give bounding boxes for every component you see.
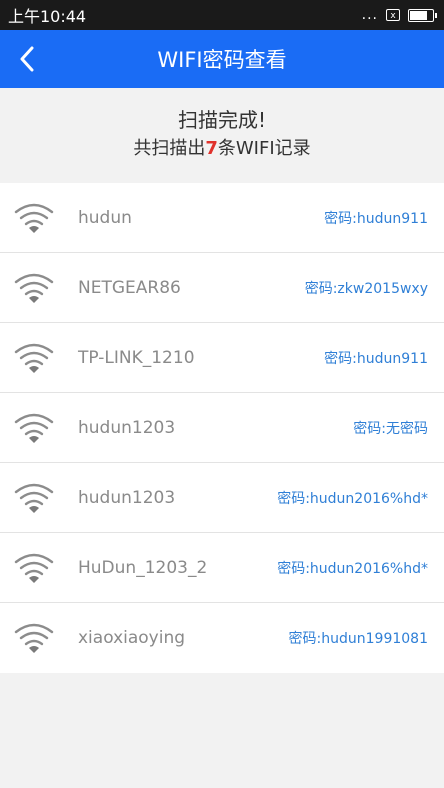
sim-x-icon: x: [386, 9, 400, 21]
wifi-list-item[interactable]: hudun1203 密码:无密码: [0, 393, 444, 463]
wifi-list-item[interactable]: hudun 密码:hudun911: [0, 183, 444, 253]
wifi-ssid: NETGEAR86: [78, 277, 181, 298]
wifi-icon: [14, 623, 54, 653]
status-time: 上午10:44: [8, 7, 87, 26]
wifi-list-item[interactable]: HuDun_1203_2 密码:hudun2016%hd*: [0, 533, 444, 603]
wifi-password: 密码:hudun911: [324, 350, 428, 367]
scan-count-suffix: 条WIFI记录: [217, 138, 311, 159]
wifi-ssid: hudun1203: [78, 417, 176, 438]
wifi-list: hudun 密码:hudun911 NETGEAR86 密码:zkw2015wx…: [0, 183, 444, 673]
chevron-left-icon: [20, 46, 34, 72]
wifi-icon: [14, 553, 54, 583]
scan-count-text: 共扫描出7条WIFI记录: [0, 134, 444, 160]
scan-summary: 扫描完成! 共扫描出7条WIFI记录: [0, 88, 444, 170]
scan-complete-heading: 扫描完成!: [177, 108, 267, 132]
wifi-icon: [14, 343, 54, 373]
wifi-icon: [14, 203, 54, 233]
battery-icon: [408, 8, 437, 22]
more-dots-icon: ...: [361, 7, 378, 23]
wifi-ssid: hudun: [78, 207, 132, 228]
wifi-list-item[interactable]: NETGEAR86 密码:zkw2015wxy: [0, 253, 444, 323]
wifi-password: 密码:hudun1991081: [288, 631, 428, 647]
wifi-password: 密码:hudun911: [324, 210, 428, 227]
wifi-ssid: TP-LINK_1210: [78, 347, 195, 368]
wifi-password: 密码:zkw2015wxy: [304, 280, 428, 297]
page-title: WIFI密码查看: [157, 48, 287, 72]
wifi-icon: [14, 483, 54, 513]
wifi-password: 密码:无密码: [353, 420, 428, 437]
wifi-ssid: xiaoxiaoying: [78, 628, 186, 648]
wifi-list-item[interactable]: hudun1203 密码:hudun2016%hd*: [0, 463, 444, 533]
wifi-icon: [14, 413, 54, 443]
wifi-password: 密码:hudun2016%hd*: [277, 560, 428, 577]
wifi-ssid: hudun1203: [78, 487, 176, 508]
wifi-ssid: HuDun_1203_2: [78, 557, 208, 578]
wifi-list-item[interactable]: xiaoxiaoying 密码:hudun1991081: [0, 603, 444, 673]
scan-count-prefix: 共扫描出: [133, 138, 206, 159]
status-bar: 上午10:44 ... x: [0, 0, 444, 30]
app-bar: WIFI密码查看: [0, 30, 444, 88]
status-icons: ... x: [361, 7, 437, 23]
wifi-list-item[interactable]: TP-LINK_1210 密码:hudun911: [0, 323, 444, 393]
scan-count-number: 7: [205, 138, 218, 159]
back-button[interactable]: [10, 42, 44, 76]
wifi-icon: [14, 273, 54, 303]
wifi-password: 密码:hudun2016%hd*: [277, 490, 428, 507]
